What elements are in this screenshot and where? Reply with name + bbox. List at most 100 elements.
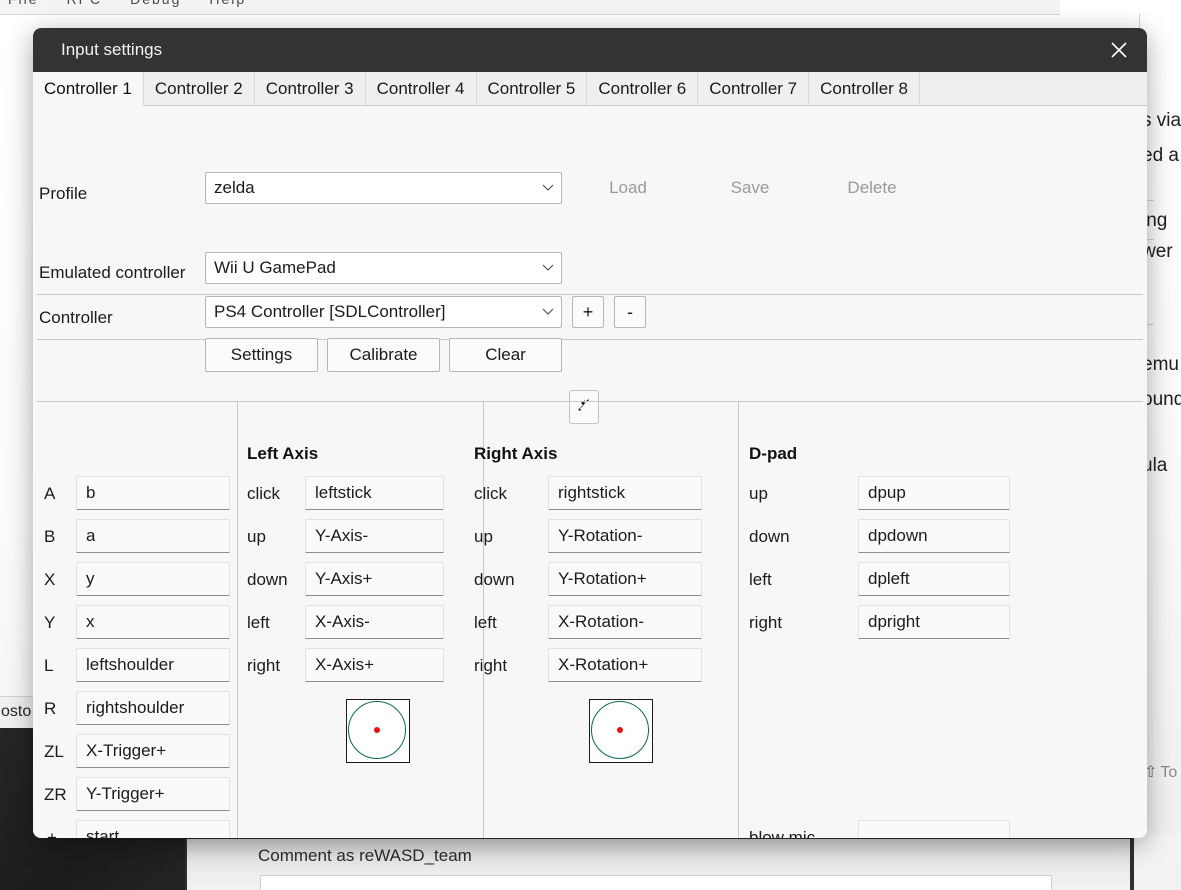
button-row-label-zr: ZR (44, 785, 67, 804)
controller-select[interactable]: PS4 Controller [SDLController] (205, 296, 562, 328)
right-axis-mapping-right[interactable]: X-Rotation+ (548, 648, 702, 682)
screen: FileRPCDebugHelp s via ed a ing wer emu … (0, 0, 1181, 890)
field-value: X-Rotation+ (558, 655, 649, 674)
tab-label: Controller 7 (709, 78, 798, 98)
to-top-button[interactable]: ⇧ To (1144, 762, 1177, 782)
button-mapping-zl[interactable]: X-Trigger+ (76, 734, 230, 768)
comment-as-label: Comment as reWASD_team (258, 846, 472, 865)
button-row-label-l: L (44, 656, 54, 675)
dpad-label-down: down (749, 527, 790, 546)
left-axis-mapping-click[interactable]: leftstick (305, 476, 444, 510)
right-axis-label-click: click (474, 484, 508, 503)
controller-tabs[interactable]: Controller 1 Controller 2 Controller 3 C… (33, 72, 1147, 106)
field-value: x (86, 612, 95, 631)
dpad-label-left: left (749, 570, 772, 589)
remove-controller-button[interactable]: - (614, 296, 646, 328)
controller-clear-button[interactable]: Clear (449, 338, 562, 372)
right-axis-label-down: down (474, 570, 515, 589)
background-left-tab-label: osto (1, 703, 32, 720)
background-text-fragment: ed a (1142, 145, 1179, 166)
emulated-controller-value: Wii U GamePad (214, 258, 336, 277)
left-axis-mapping-up[interactable]: Y-Axis- (305, 519, 444, 553)
divider-profile (37, 294, 1143, 295)
tab-controller-3[interactable]: Controller 3 (254, 72, 366, 105)
button-mapping-zr[interactable]: Y-Trigger+ (76, 777, 230, 811)
close-button[interactable] (1091, 28, 1147, 72)
controller-rumble-button[interactable] (569, 390, 599, 424)
profile-select[interactable]: zelda (205, 172, 562, 204)
tab-controller-6[interactable]: Controller 6 (587, 72, 699, 105)
right-axis-label-up: up (474, 527, 493, 546)
button-mapping-l[interactable]: leftshoulder (76, 648, 230, 682)
save-profile-button[interactable]: Save (694, 172, 806, 204)
field-value: dpright (868, 612, 920, 631)
divider-controller (37, 401, 1143, 402)
delete-profile-button[interactable]: Delete (816, 172, 928, 204)
dpad-mapping-down[interactable]: dpdown (858, 519, 1010, 553)
field-value: b (86, 483, 96, 502)
tabstrip-filler (920, 72, 1147, 105)
button-mapping-b[interactable]: a (76, 519, 230, 553)
dialog-titlebar[interactable]: Input settings (33, 28, 1147, 72)
dpad-mapping-up[interactable]: dpup (858, 476, 1010, 510)
profile-select-value: zelda (214, 178, 255, 197)
tab-controller-1[interactable]: Controller 1 (33, 72, 144, 106)
button-mapping-a[interactable]: b (76, 476, 230, 510)
field-value: a (86, 526, 96, 545)
tab-label: Controller 6 (598, 78, 687, 98)
right-axis-mapping-down[interactable]: Y-Rotation+ (548, 562, 702, 596)
menu-item-rpc[interactable]: RPC (67, 0, 103, 7)
tab-controller-5[interactable]: Controller 5 (476, 72, 588, 105)
button-mapping-y[interactable]: x (76, 605, 230, 639)
tab-label: Controller 3 (265, 78, 354, 98)
field-value: Y-Rotation+ (558, 569, 647, 588)
background-left-tab[interactable]: osto (0, 696, 34, 730)
dpad-mapping-left[interactable]: dpleft (858, 562, 1010, 596)
blow-mic-mapping[interactable] (858, 820, 1010, 838)
tab-controller-8[interactable]: Controller 8 (809, 72, 920, 105)
controller-calibrate-button[interactable]: Calibrate (327, 338, 440, 372)
tab-controller-2[interactable]: Controller 2 (143, 72, 255, 105)
comment-input[interactable] (260, 875, 1052, 890)
left-axis-mapping-right[interactable]: X-Axis+ (305, 648, 444, 682)
button-mapping-r[interactable]: rightshoulder (76, 691, 230, 725)
left-axis-title: Left Axis (247, 444, 319, 463)
menu-item-file[interactable]: File (8, 0, 39, 7)
background-menubar[interactable]: File RPC Debug Help (0, 0, 1060, 15)
right-axis-mapping-left[interactable]: X-Rotation- (548, 605, 702, 639)
input-settings-dialog: Input settings Controller 1 Controller 2… (33, 28, 1147, 838)
emulated-controller-select[interactable]: Wii U GamePad (205, 252, 562, 284)
chevron-down-icon (535, 264, 561, 272)
dpad-title: D-pad (749, 444, 798, 463)
tab-controller-4[interactable]: Controller 4 (365, 72, 477, 105)
right-axis-mapping-up[interactable]: Y-Rotation- (548, 519, 702, 553)
field-value: X-Axis- (315, 612, 370, 631)
field-value: start (86, 827, 120, 838)
rumble-icon (576, 397, 592, 418)
background-text-fragment: s via (1142, 110, 1181, 131)
menu-item-debug[interactable]: Debug (130, 0, 181, 7)
load-profile-button[interactable]: Load (572, 172, 684, 204)
left-axis-mapping-left[interactable]: X-Axis- (305, 605, 444, 639)
button-mapping-x[interactable]: y (76, 562, 230, 596)
stick-position-dot (617, 727, 623, 733)
right-axis-mapping-click[interactable]: rightstick (548, 476, 702, 510)
left-axis-label-down: down (247, 570, 288, 589)
field-value: X-Axis+ (315, 655, 375, 674)
left-axis-label-left: left (247, 613, 270, 632)
field-value: Y-Axis- (315, 526, 369, 545)
field-value: X-Trigger+ (86, 741, 167, 760)
tab-controller-7[interactable]: Controller 7 (698, 72, 810, 105)
button-mapping-plus[interactable]: start (76, 820, 230, 838)
dpad-mapping-right[interactable]: dpright (858, 605, 1010, 639)
button-row-label-y: Y (44, 613, 56, 632)
menu-item-help[interactable]: Help (209, 0, 246, 7)
chevron-down-icon (535, 308, 561, 316)
to-top-label: To (1160, 764, 1178, 781)
add-controller-button[interactable]: + (572, 296, 604, 328)
left-axis-mapping-down[interactable]: Y-Axis+ (305, 562, 444, 596)
controller-settings-button[interactable]: Settings (205, 338, 318, 372)
background-text-fragment: ound (1142, 389, 1181, 410)
left-axis-label-right: right (247, 656, 281, 675)
button-row-label-b: B (44, 527, 56, 546)
